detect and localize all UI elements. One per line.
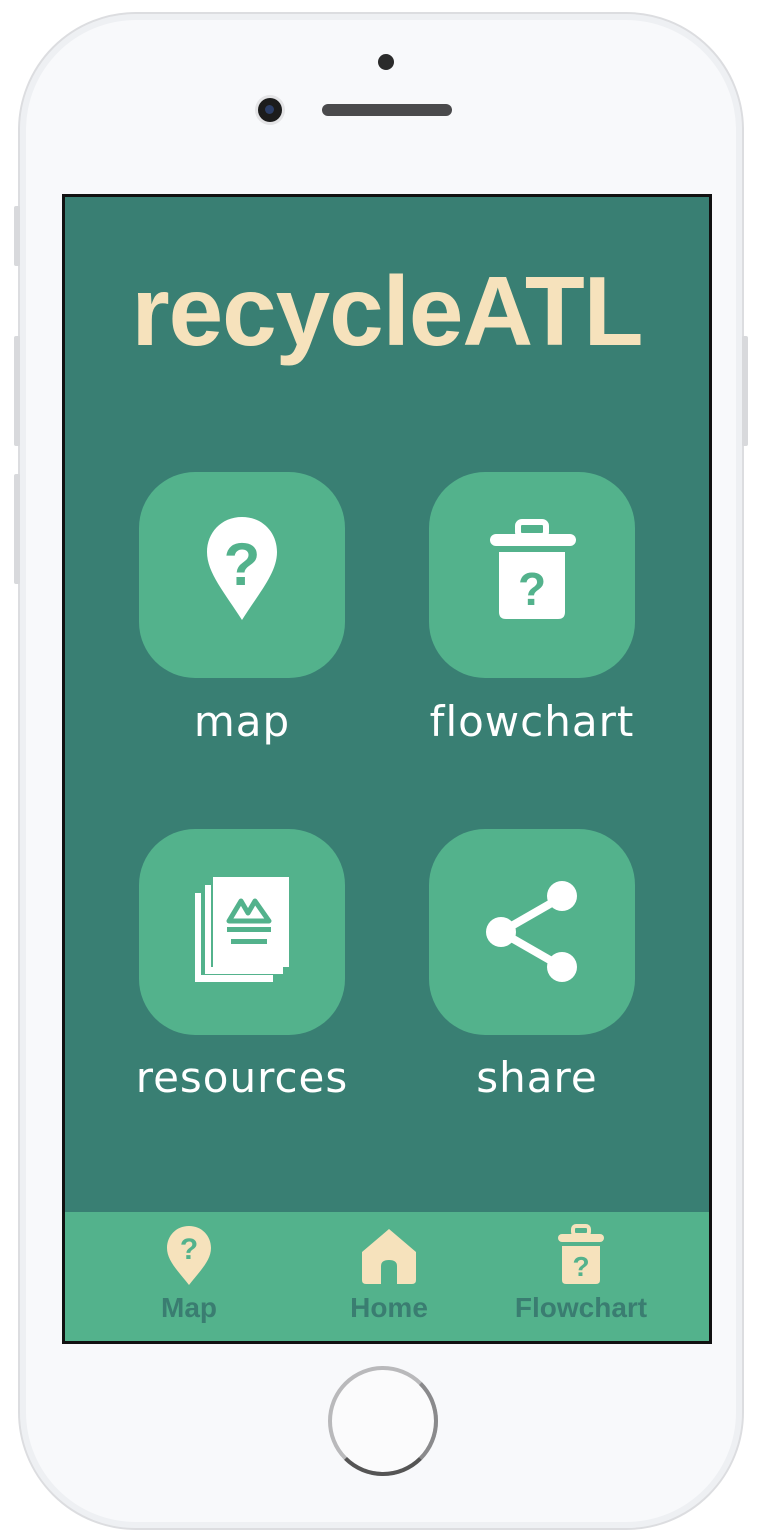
tab-flowchart-label: Flowchart: [514, 1292, 648, 1323]
share-tile-button[interactable]: [429, 829, 635, 1035]
tab-home[interactable]: Home: [289, 1212, 489, 1341]
map-pin-question-icon: ?: [167, 1226, 211, 1285]
map-tile-label: map: [193, 697, 291, 746]
earpiece-speaker: [322, 104, 452, 116]
map-tile-button[interactable]: ?: [139, 472, 345, 678]
proximity-sensor: [378, 54, 394, 70]
app-title: recycleATL: [131, 256, 643, 366]
map-pin-question-icon: ?: [207, 517, 277, 620]
tab-flowchart[interactable]: ? Flowchart: [481, 1212, 681, 1341]
volume-down-button: [14, 474, 20, 584]
mute-switch: [14, 206, 20, 266]
app-screen: recycleATL ? map ? flowchart resources s…: [62, 194, 712, 1344]
home-hardware-button[interactable]: [328, 1366, 438, 1476]
svg-text:?: ?: [572, 1251, 589, 1282]
svg-text:?: ?: [518, 563, 546, 615]
tab-map-label: Map: [161, 1292, 217, 1323]
svg-text:?: ?: [224, 531, 261, 598]
documents-icon: [195, 877, 289, 982]
power-button: [742, 336, 748, 446]
bottom-tab-bar: ? Map Home ? Flowchart: [65, 1212, 709, 1341]
front-camera: [258, 98, 282, 122]
volume-up-button: [14, 336, 20, 446]
resources-tile-label: resources: [135, 1053, 349, 1102]
flowchart-tile-label: flowchart: [429, 697, 635, 746]
home-icon: [362, 1229, 416, 1284]
resources-tile-button[interactable]: [139, 829, 345, 1035]
trash-question-icon: ?: [558, 1224, 604, 1284]
flowchart-tile-button[interactable]: ?: [429, 472, 635, 678]
trash-question-icon: ?: [490, 519, 576, 619]
svg-text:?: ?: [180, 1233, 198, 1266]
tab-home-label: Home: [350, 1292, 428, 1323]
share-icon: [486, 881, 577, 982]
share-tile-label: share: [476, 1053, 598, 1102]
tab-map[interactable]: ? Map: [89, 1212, 289, 1341]
